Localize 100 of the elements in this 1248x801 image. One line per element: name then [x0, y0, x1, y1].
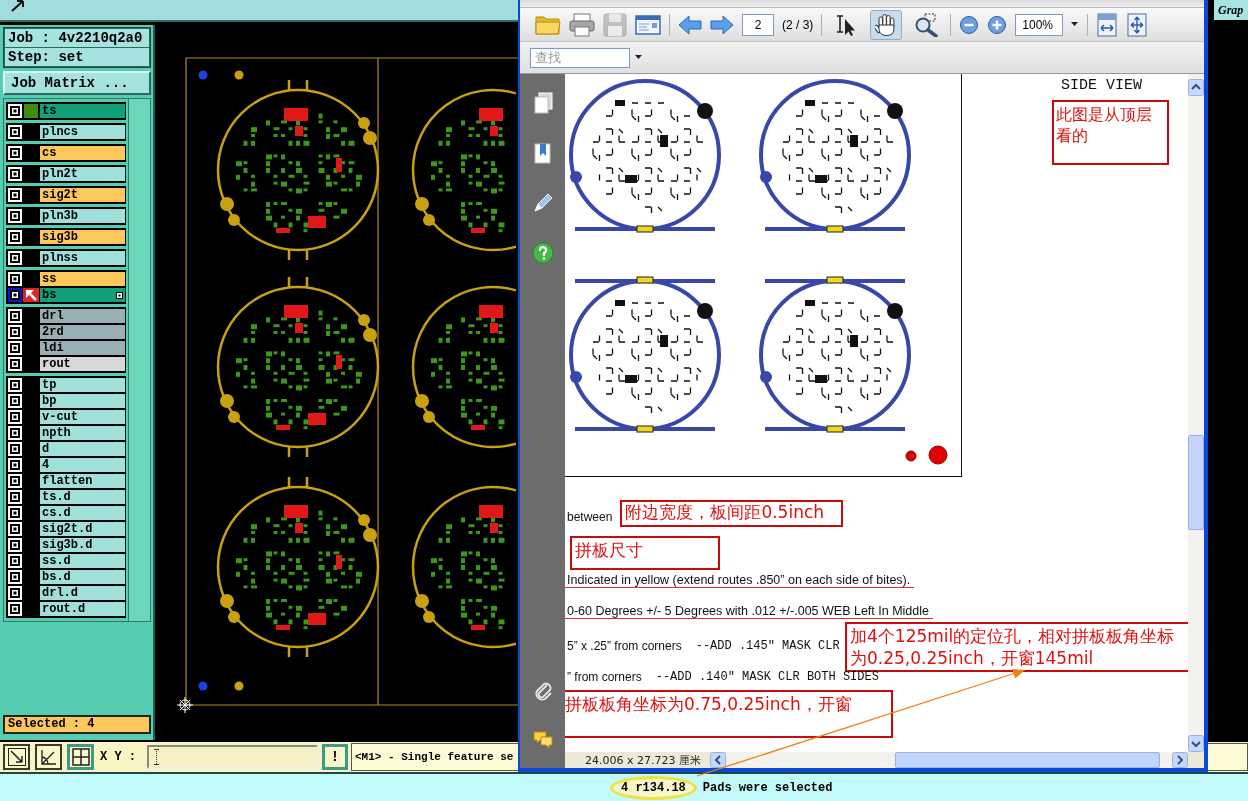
checkbox-icon[interactable] [8, 325, 22, 339]
checkbox-icon[interactable] [8, 586, 22, 600]
checkbox-icon[interactable] [8, 522, 22, 536]
hand-tool-button[interactable] [870, 9, 903, 40]
layer-name[interactable]: ts [40, 104, 125, 118]
layer-name[interactable]: cs [40, 146, 125, 160]
layer-name[interactable]: plncs [40, 125, 125, 139]
window-icon[interactable] [635, 13, 661, 36]
diagonal-arrow-button[interactable] [3, 744, 30, 770]
layer-name[interactable]: ss [40, 272, 125, 286]
checkbox-icon[interactable] [8, 538, 22, 552]
caret-icon[interactable] [635, 55, 643, 60]
layer-name[interactable]: d [40, 442, 125, 456]
layer-name[interactable]: plnss [40, 251, 125, 265]
layer-name[interactable]: ldi [40, 341, 125, 355]
speech-bubbles-icon[interactable] [531, 729, 554, 751]
caret-icon[interactable] [1071, 22, 1080, 27]
bookmark-icon[interactable] [531, 142, 554, 164]
circle-marker [928, 445, 948, 465]
layer-name[interactable]: cs.d [40, 506, 125, 520]
layer-name[interactable]: bs.d [40, 570, 125, 584]
layer-name[interactable]: npth [40, 426, 125, 440]
layer-name[interactable]: drl [40, 309, 125, 323]
checkbox-icon[interactable] [8, 602, 22, 616]
layer-name[interactable]: sig3b.d [40, 538, 125, 552]
checkbox-icon[interactable] [8, 410, 22, 424]
grid-button[interactable] [67, 744, 94, 770]
layer-name[interactable]: tp [40, 378, 125, 392]
checkbox-icon[interactable] [8, 288, 22, 302]
find-field[interactable]: 查找 [530, 47, 630, 68]
checkbox-icon[interactable] [8, 442, 22, 456]
checkbox-icon[interactable] [8, 357, 22, 371]
scrollbar-track[interactable] [129, 98, 151, 622]
checkbox-icon[interactable] [8, 570, 22, 584]
scroll-down-button[interactable] [1188, 735, 1204, 752]
checkbox-icon[interactable] [8, 474, 22, 488]
checkbox-icon[interactable] [8, 458, 22, 472]
annotation-note: 加4个125mil的定位孔，相对拼板板角坐标 为0.25,0.25inch，开窗145mil [845, 622, 1188, 672]
checkbox-icon[interactable] [8, 378, 22, 392]
pointer-arrow-icon [11, 0, 25, 12]
printer-icon[interactable] [569, 12, 595, 37]
scrollbar-thumb[interactable] [895, 752, 1160, 768]
vertical-scrollbar[interactable] [1188, 74, 1204, 752]
help-icon[interactable] [531, 242, 554, 264]
layer-name[interactable]: ts.d [40, 490, 125, 504]
scroll-left-button[interactable] [710, 752, 726, 768]
job-matrix-button[interactable]: Job Matrix ... [3, 71, 151, 95]
layer-name[interactable]: bp [40, 394, 125, 408]
checkbox-icon[interactable] [8, 209, 22, 223]
layer-name[interactable]: rout [40, 357, 125, 371]
checkbox-icon[interactable] [8, 125, 22, 139]
checkbox-icon[interactable] [8, 554, 22, 568]
layer-name[interactable]: 4 [40, 458, 125, 472]
scroll-up-button[interactable] [1188, 79, 1204, 96]
layer-name[interactable]: pln2t [40, 167, 125, 181]
fit-width-icon[interactable] [1096, 12, 1119, 37]
layer-name[interactable]: ss.d [40, 554, 125, 568]
layer-name[interactable]: sig3b [40, 230, 125, 244]
scroll-right-button[interactable] [1172, 752, 1188, 768]
zoom-field[interactable]: 100% [1015, 13, 1064, 36]
checkbox-icon[interactable] [8, 104, 22, 118]
layer-name[interactable]: sig2t [40, 188, 125, 202]
zoom-in-icon[interactable] [987, 14, 1008, 35]
pen-icon[interactable] [531, 192, 554, 214]
fit-page-icon[interactable] [1126, 12, 1149, 37]
left-arrow-icon[interactable] [678, 13, 702, 36]
checkbox-icon[interactable] [8, 426, 22, 440]
document-text: between [566, 510, 613, 524]
alert-button[interactable]: ! [322, 744, 348, 770]
pages-icon[interactable] [531, 92, 554, 114]
xy-input-field[interactable] [147, 745, 318, 769]
checkbox-icon[interactable] [8, 490, 22, 504]
layer-name[interactable]: rout.d [40, 602, 125, 616]
layer-name[interactable]: sig2t.d [40, 522, 125, 536]
checkbox-icon[interactable] [8, 506, 22, 520]
layer-name[interactable]: flatten [40, 474, 125, 488]
layer-name[interactable]: v-cut [40, 410, 125, 424]
checkbox-icon[interactable] [8, 230, 22, 244]
checkbox-icon[interactable] [8, 309, 22, 323]
checkbox-icon[interactable] [8, 188, 22, 202]
checkbox-icon[interactable] [8, 146, 22, 160]
right-arrow-icon[interactable] [710, 13, 734, 36]
layer-color-swatch[interactable] [24, 104, 38, 118]
checkbox-icon[interactable] [8, 272, 22, 286]
checkbox-icon[interactable] [8, 167, 22, 181]
checkbox-icon[interactable] [8, 394, 22, 408]
layer-name[interactable]: bs [40, 288, 125, 302]
zoom-out-icon[interactable] [959, 14, 980, 35]
horizontal-scrollbar[interactable] [710, 752, 1188, 768]
layer-name[interactable]: pln3b [40, 209, 125, 223]
page-number-field[interactable]: 2 [742, 13, 774, 36]
checkbox-icon[interactable] [8, 341, 22, 355]
document-text: 5” x .25” from corners [566, 639, 682, 653]
checkbox-icon[interactable] [8, 251, 22, 265]
angle-button[interactable] [35, 744, 62, 770]
angle-icon [39, 748, 58, 766]
scrollbar-thumb[interactable] [1188, 435, 1204, 530]
annotation-note: 此图是从顶层 看的 [1052, 100, 1169, 165]
layer-name[interactable]: 2rd [40, 325, 125, 339]
layer-name[interactable]: drl.d [40, 586, 125, 600]
